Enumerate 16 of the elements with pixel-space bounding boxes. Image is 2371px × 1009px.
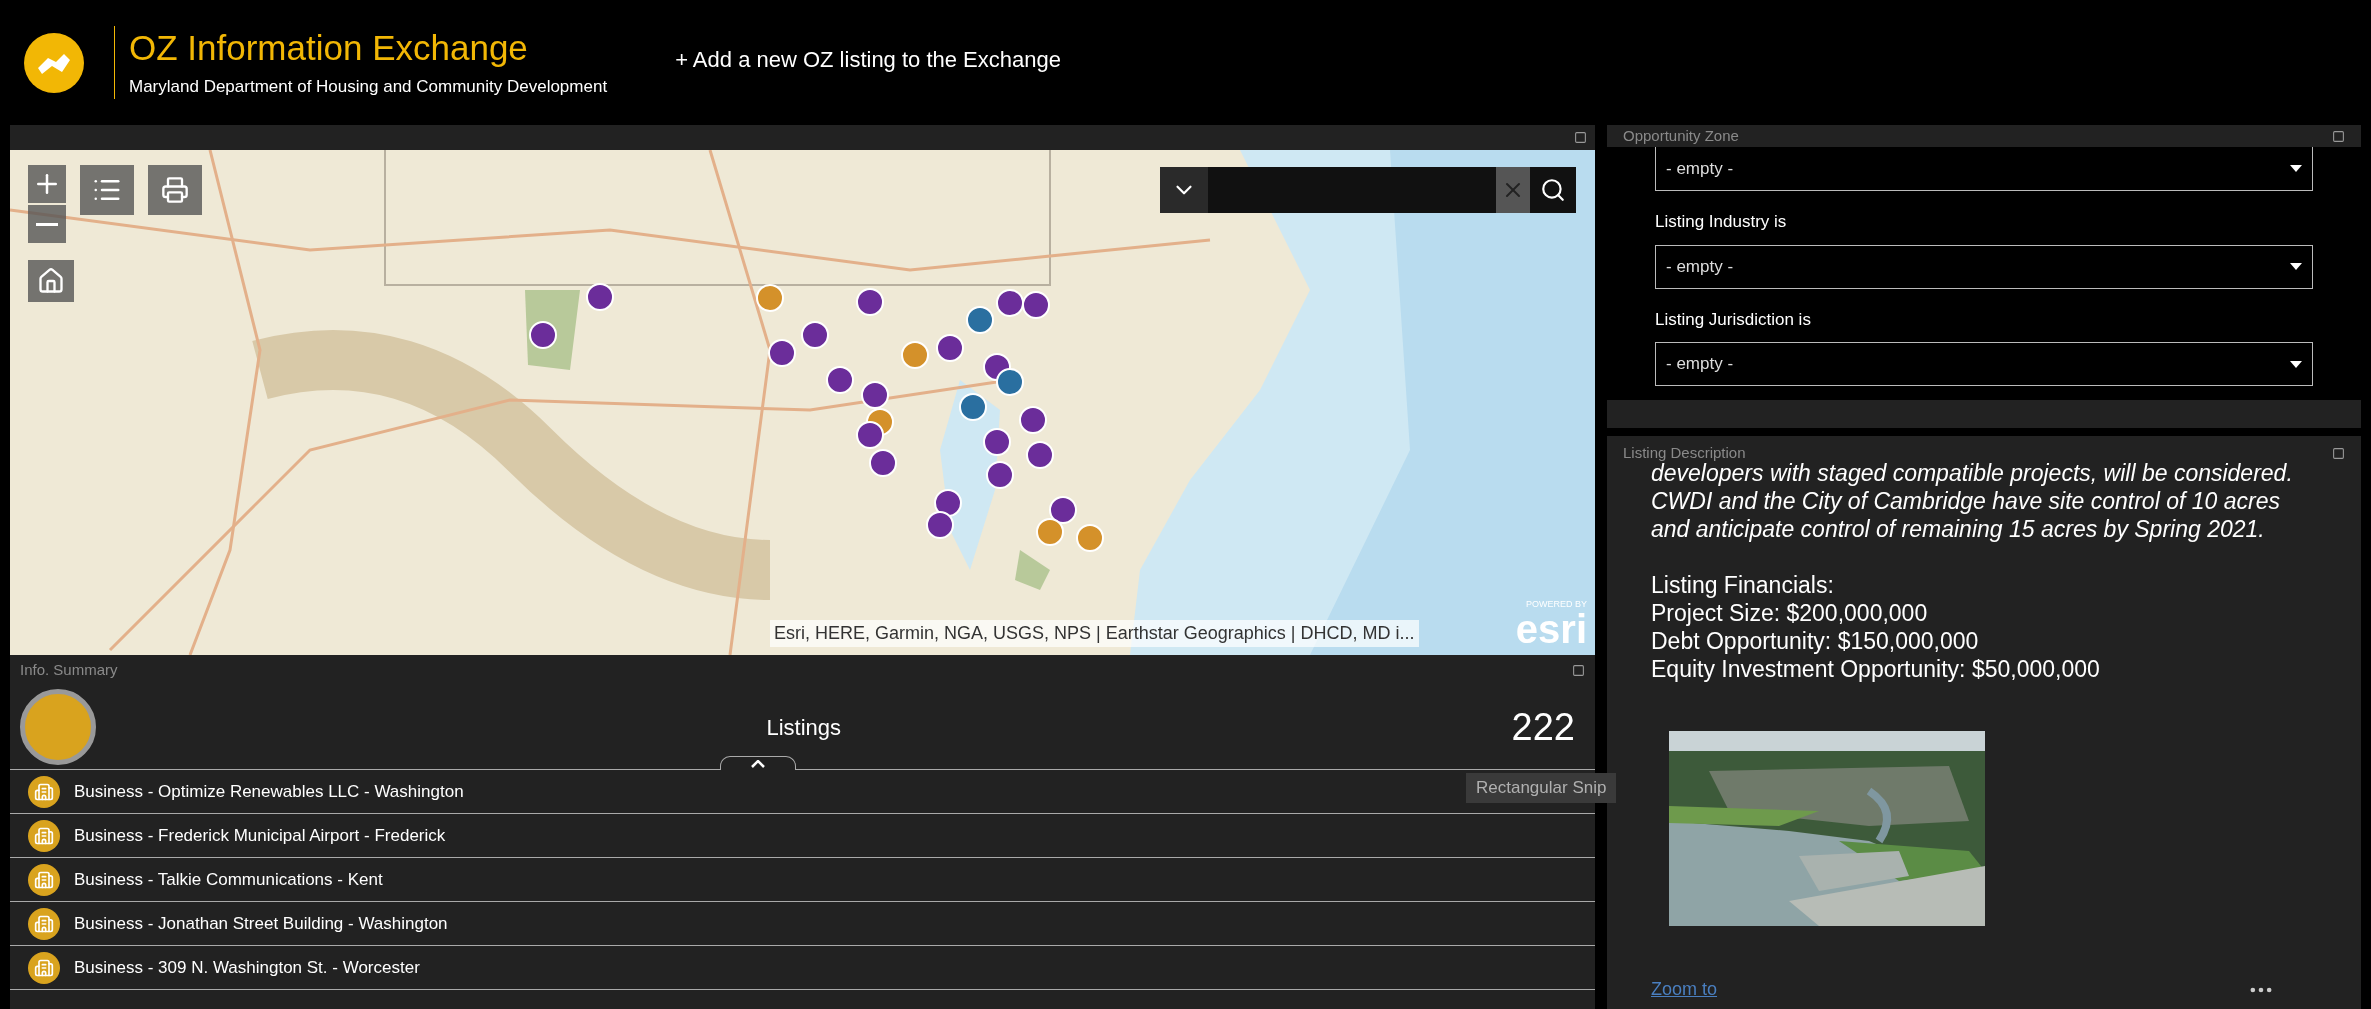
app-title: OZ Information Exchange bbox=[129, 26, 529, 69]
app-subtitle: Maryland Department of Housing and Community Development bbox=[129, 75, 608, 98]
summary-heading: Listings bbox=[765, 713, 843, 742]
snip-tooltip: Rectangular Snip bbox=[1466, 773, 1617, 803]
financial-line: Project Size: $200,000,000 bbox=[1651, 598, 1929, 627]
filter-label: Listing Industry is bbox=[1655, 211, 1788, 233]
panel-title: Opportunity Zone bbox=[1623, 125, 1739, 146]
filter-label: Listing Jurisdiction is bbox=[1655, 308, 1812, 331]
financial-line: Listing Financials: bbox=[1651, 570, 1835, 599]
listing-count: 222 bbox=[1511, 704, 1575, 750]
map-attribution: Esri, HERE, Garmin, NGA, USGS, NPS | Earthstar Geographics | DHCD, MD i... bbox=[770, 620, 1419, 647]
financial-line: Debt Opportunity: $150,000,000 bbox=[1651, 626, 1980, 655]
panel-title: Listing Description bbox=[1623, 443, 1746, 463]
esri-logo: POWERED BY esri bbox=[1515, 600, 1587, 649]
financial-line: Equity Investment Opportunity: $50,000,000 bbox=[1651, 654, 2101, 683]
panel-title: Info. Summary bbox=[20, 659, 118, 680]
